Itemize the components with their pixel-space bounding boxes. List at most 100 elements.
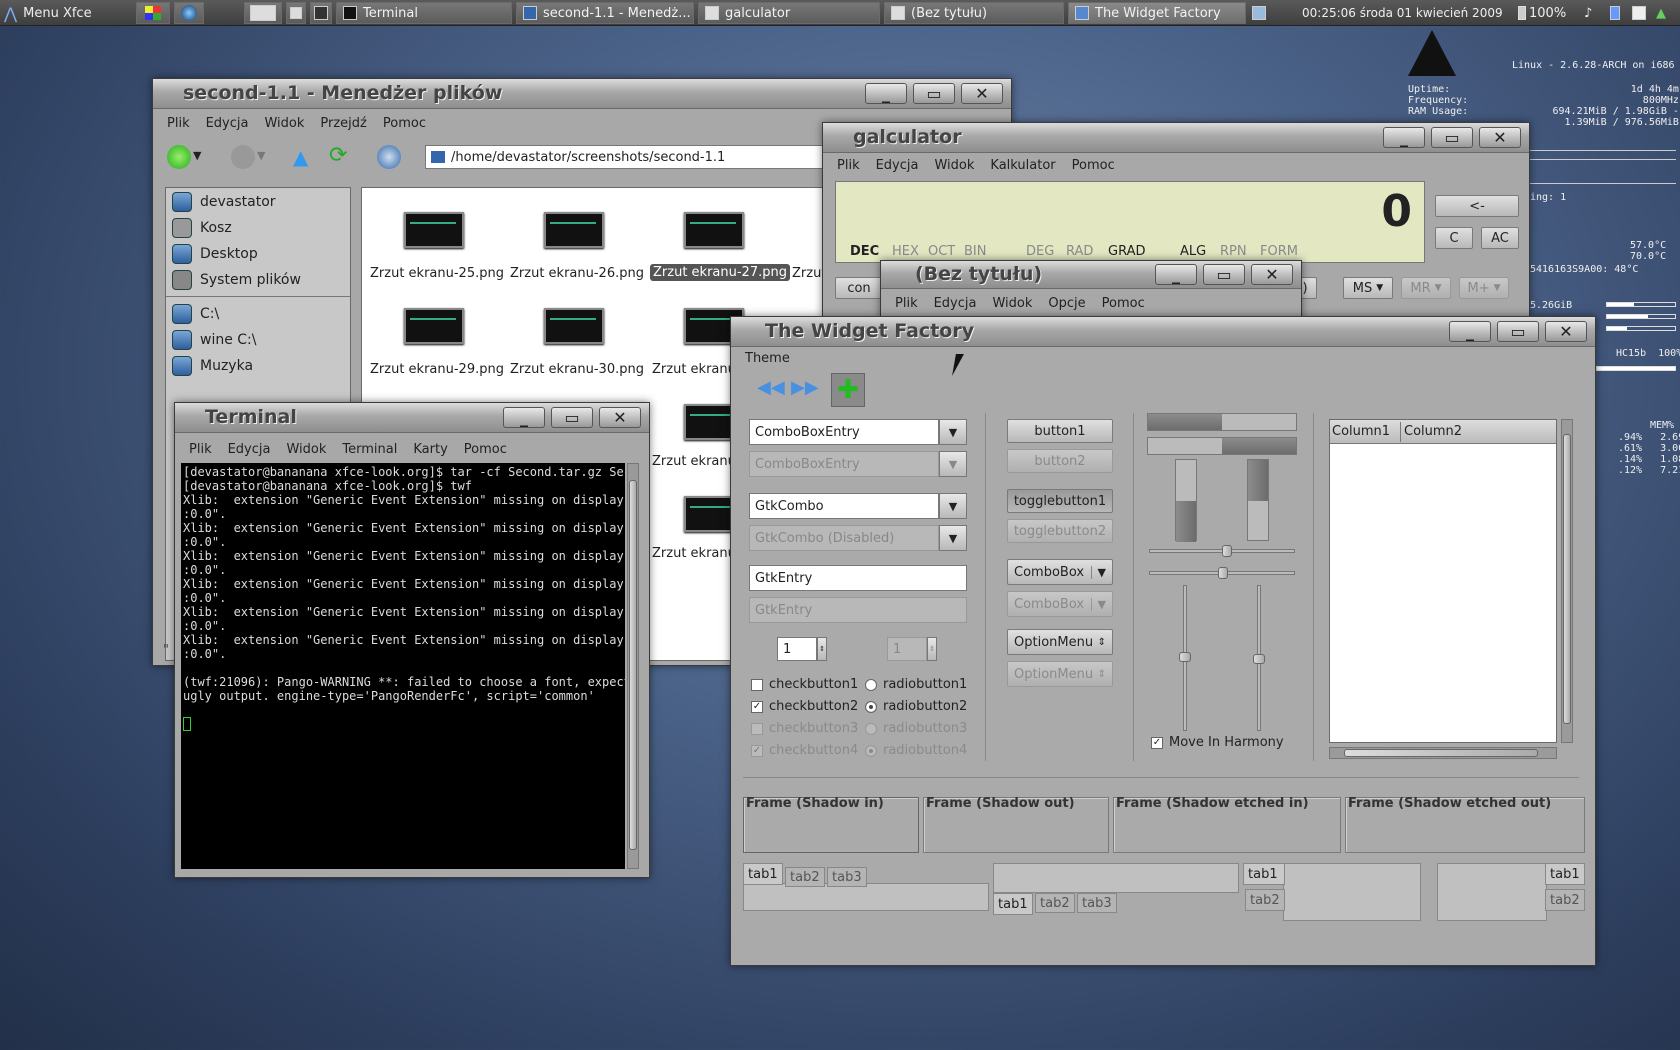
title-bar[interactable]: galculator _ ▭ ✕ [823, 123, 1529, 153]
ms-button[interactable]: MS ▼ [1343, 277, 1393, 299]
mr-button[interactable]: MR ▼ [1401, 277, 1451, 299]
tab2[interactable]: tab2 [1245, 889, 1285, 911]
button1[interactable]: button1 [1007, 419, 1113, 443]
allclear-button[interactable]: AC [1481, 227, 1519, 249]
file-label[interactable]: Zrzut ekranu [652, 546, 736, 561]
tab2[interactable]: tab2 [785, 867, 825, 887]
up-icon[interactable]: ▲ [293, 145, 308, 169]
menu-edycja[interactable]: Edycja [876, 158, 919, 173]
treeview-hscrollbar[interactable] [1329, 747, 1557, 759]
maximize-button[interactable]: ▭ [913, 83, 955, 104]
tab2[interactable]: tab2 [1035, 893, 1075, 913]
sidebar-item-desktop[interactable]: Desktop [172, 244, 258, 264]
file-label[interactable]: Zrzut ekranu [652, 362, 736, 377]
menu-pomoc[interactable]: Pomoc [383, 116, 426, 131]
image-file-icon[interactable] [404, 212, 464, 248]
vscale-1[interactable] [1179, 585, 1191, 731]
tab1[interactable]: tab1 [1243, 863, 1285, 885]
menu-opcje[interactable]: Opcje [1048, 296, 1085, 311]
forward-icon[interactable] [231, 145, 255, 169]
task-widget-factory[interactable]: The Widget Factory [1068, 2, 1246, 24]
menu-theme[interactable]: Theme [745, 351, 790, 366]
notes-icon[interactable] [1252, 0, 1266, 26]
chevron-down-icon[interactable]: ▼ [939, 419, 967, 445]
mode-alg[interactable]: ALG [1180, 244, 1206, 259]
mode-form[interactable]: FORM [1260, 244, 1298, 259]
xfce-menu-button[interactable]: ⋀ Menu Xfce [4, 0, 92, 26]
task-file-manager[interactable]: second-1.1 - Menedż... [516, 2, 694, 24]
combobox[interactable]: ComboBox ▼ [1007, 559, 1113, 585]
close-button[interactable]: ✕ [1545, 321, 1587, 342]
menu-plik[interactable]: Plik [837, 158, 860, 173]
sidebar-item-system[interactable]: System plików [172, 270, 301, 290]
close-button[interactable]: ✕ [599, 407, 641, 428]
mode-dec[interactable]: DEC [850, 244, 879, 259]
image-file-icon[interactable] [684, 212, 744, 248]
sidebar-item-c[interactable]: C:\ [172, 304, 219, 324]
back-icon[interactable] [167, 145, 191, 169]
terminal-scrollbar[interactable] [627, 463, 639, 869]
menu-kalkulator[interactable]: Kalkulator [990, 158, 1055, 173]
file-label[interactable]: Zrzut ekranu-26.png [510, 266, 644, 281]
checkbutton1-box[interactable] [751, 679, 763, 691]
checkbutton2-label[interactable]: checkbutton2 [769, 699, 858, 714]
menu-widok[interactable]: Widok [264, 116, 304, 131]
terminal-output[interactable]: [devastator@bananana xfce-look.org]$ tar… [181, 463, 625, 869]
gtkentry-field[interactable]: GtkEntry [749, 565, 967, 591]
treeview-vscrollbar[interactable] [1561, 419, 1573, 743]
workspace-switcher-icon[interactable] [136, 2, 170, 24]
maximize-button[interactable]: ▭ [1431, 127, 1473, 148]
menu-plik[interactable]: Plik [167, 116, 190, 131]
tab2[interactable]: tab2 [1545, 889, 1585, 911]
hscale-2[interactable] [1149, 567, 1295, 579]
volume-icon[interactable]: ♪ [1584, 0, 1592, 26]
menu-pomoc[interactable]: Pomoc [1102, 296, 1145, 311]
menu-terminal[interactable]: Terminal [342, 442, 397, 457]
file-label[interactable]: Zrzut ekranu-25.png [370, 266, 504, 281]
menu-przejdz[interactable]: Przejdź [320, 116, 366, 131]
minimize-button[interactable]: _ [1383, 127, 1425, 148]
minimize-button[interactable]: _ [1449, 321, 1491, 342]
image-file-icon[interactable] [544, 308, 604, 344]
file-label[interactable]: Zrzut ekranu [652, 454, 736, 469]
spin-field[interactable]: 1 [777, 637, 817, 661]
backspace-button[interactable]: <- [1435, 195, 1519, 217]
home-icon[interactable] [377, 145, 401, 169]
mode-deg[interactable]: DEG [1026, 244, 1054, 259]
mode-hex[interactable]: HEX [892, 244, 919, 259]
radiobutton1-label[interactable]: radiobutton1 [883, 677, 967, 692]
column-header-2[interactable]: Column2 [1404, 424, 1462, 439]
bluetooth-icon[interactable] [1610, 0, 1620, 26]
mail-icon[interactable] [1632, 0, 1646, 26]
checkbutton1-label[interactable]: checkbutton1 [769, 677, 858, 692]
back-dropdown-icon[interactable]: ▼ [193, 149, 201, 162]
vscale-2[interactable] [1253, 585, 1265, 731]
comboboxentry-field[interactable]: ComboBoxEntry [749, 419, 939, 445]
gtkcombo-field[interactable]: GtkCombo [749, 493, 939, 519]
menu-widok[interactable]: Widok [286, 442, 326, 457]
move-in-harmony-checkbox[interactable]: ✓ [1151, 737, 1163, 749]
spin-arrows-icon[interactable]: ⇕ [817, 637, 827, 661]
task-terminal[interactable]: Terminal [336, 2, 512, 24]
sidebar-item-muzyka[interactable]: Muzyka [172, 356, 253, 376]
menu-plik[interactable]: Plik [189, 442, 212, 457]
mode-oct[interactable]: OCT [928, 244, 955, 259]
tab3[interactable]: tab3 [1077, 893, 1117, 913]
minimize-button[interactable]: _ [1155, 264, 1197, 285]
checkbutton2-box[interactable]: ✓ [751, 701, 763, 713]
file-label-selected[interactable]: Zrzut ekranu-27.png [650, 264, 790, 281]
menu-pomoc[interactable]: Pomoc [1072, 158, 1115, 173]
title-bar[interactable]: Terminal _ ▭ ✕ [175, 403, 649, 433]
browser-launcher-icon[interactable] [174, 2, 204, 24]
radiobutton1-circle[interactable] [865, 679, 877, 691]
optionmenu[interactable]: OptionMenu ⇕ [1007, 629, 1113, 655]
mode-rad[interactable]: RAD [1066, 244, 1093, 259]
menu-edycja[interactable]: Edycja [206, 116, 249, 131]
refresh-icon[interactable]: ⟳ [329, 143, 347, 168]
close-button[interactable]: ✕ [1251, 264, 1293, 285]
togglebutton1[interactable]: togglebutton1 [1007, 489, 1113, 513]
add-icon[interactable]: ✚ [831, 373, 865, 407]
con-button[interactable]: con [835, 277, 883, 299]
tab1[interactable]: tab1 [1545, 863, 1585, 885]
title-bar[interactable]: (Bez tytułu) _ ▭ ✕ [881, 261, 1301, 289]
